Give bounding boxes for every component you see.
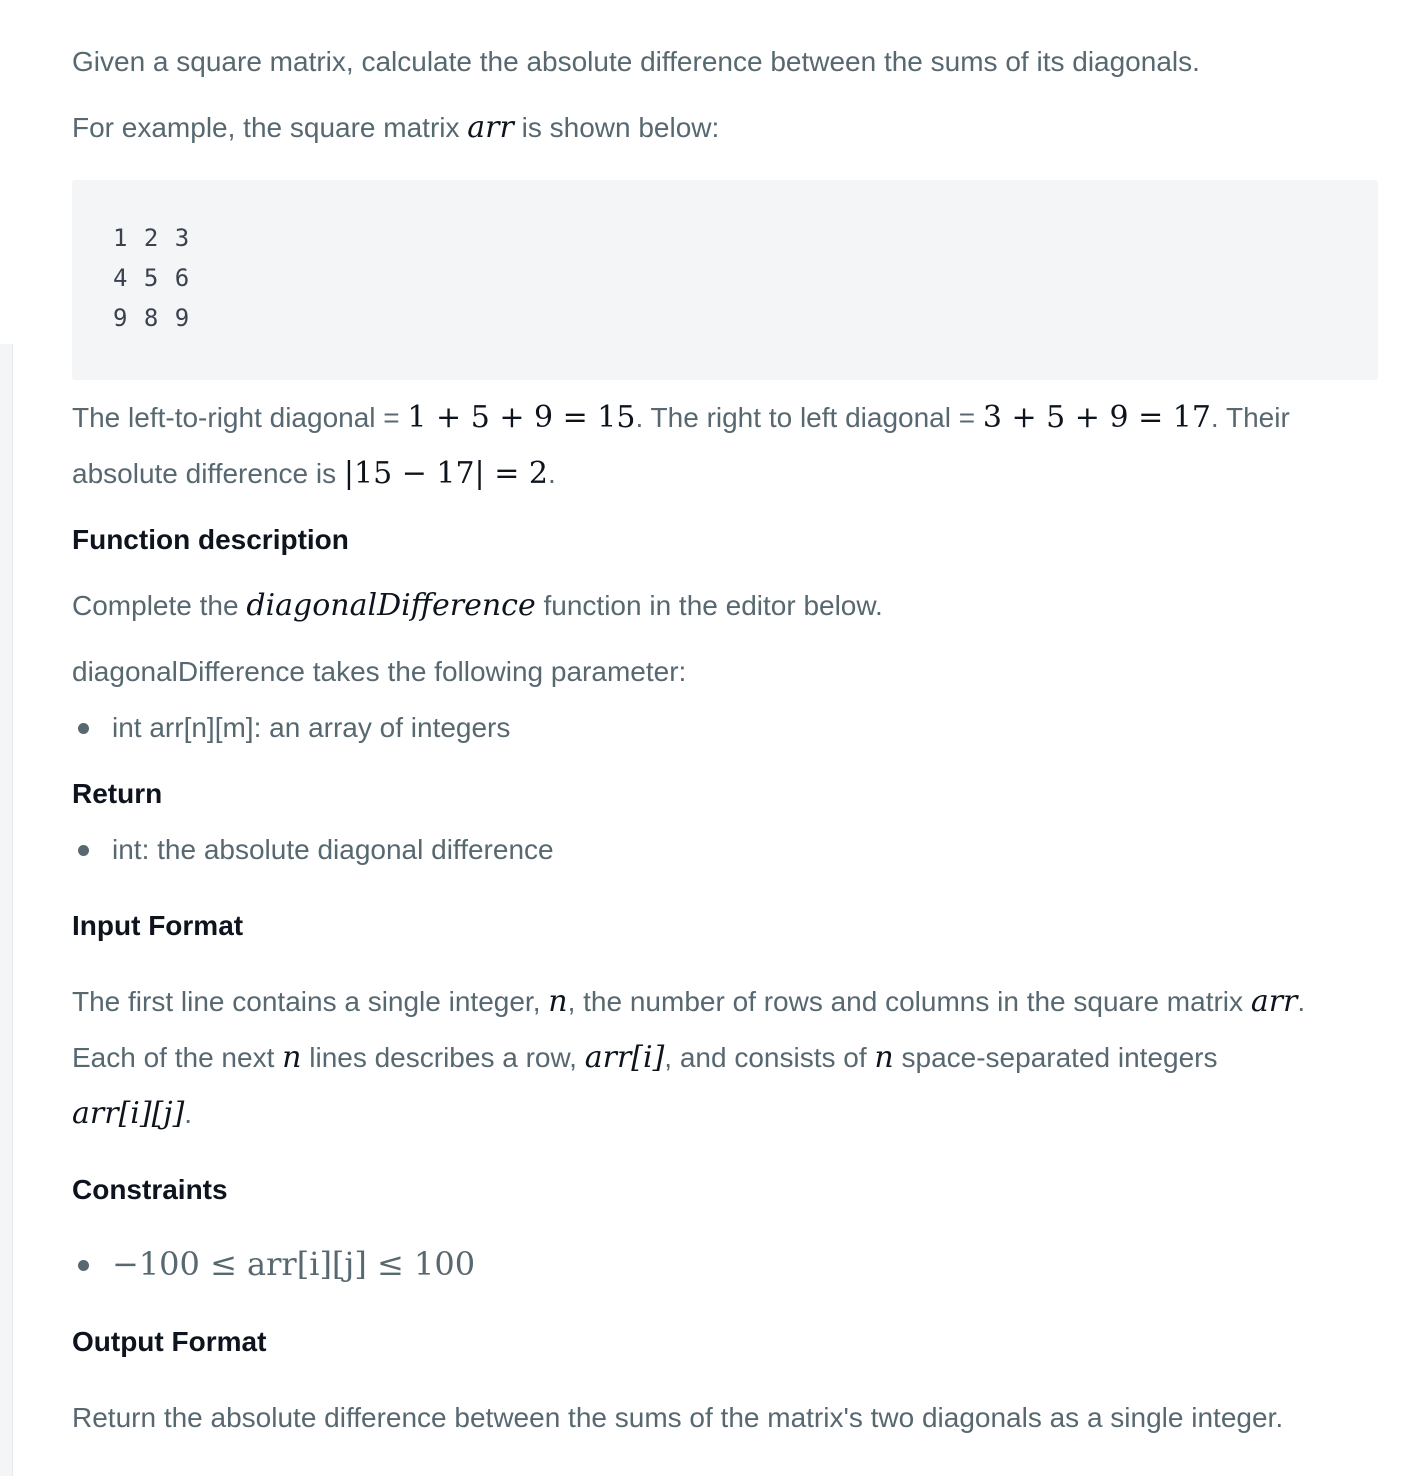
input-format-line-2: Each of the next n lines describes a row… bbox=[72, 1030, 1217, 1086]
function-description-heading: Function description bbox=[72, 524, 349, 555]
difference-explanation: absolute difference is |15 − 17| = 2. bbox=[72, 446, 556, 502]
math-n: n bbox=[282, 1040, 302, 1075]
diagonal-text: . The right to left diagonal = bbox=[635, 402, 983, 433]
difference-text: absolute difference is bbox=[72, 458, 344, 489]
input-text: lines describes a row, bbox=[301, 1042, 585, 1073]
intro-text: Given a square matrix, calculate the abs… bbox=[72, 46, 1200, 77]
math-arr: arr bbox=[467, 110, 514, 145]
constraints-heading: Constraints bbox=[72, 1174, 228, 1205]
return-heading: Return bbox=[72, 778, 163, 809]
left-rail-divider bbox=[0, 344, 13, 1476]
diagonal-text: The left-to-right diagonal = bbox=[72, 402, 408, 433]
input-format-line-1: The first line contains a single integer… bbox=[72, 974, 1305, 1030]
math-left-diagonal: 1 + 5 + 9 = 15 bbox=[407, 400, 636, 435]
function-text: function in the editor below. bbox=[535, 590, 883, 621]
function-text: Complete the bbox=[72, 590, 247, 621]
input-text: , and consists of bbox=[664, 1042, 875, 1073]
example-prefix: For example, the square matrix bbox=[72, 112, 468, 143]
input-text: Each of the next bbox=[72, 1042, 283, 1073]
input-text: , the number of rows and columns in the … bbox=[567, 986, 1251, 1017]
parameter-intro: diagonalDifference takes the following p… bbox=[72, 656, 687, 687]
function-description-text: Complete the diagonalDifference function… bbox=[72, 578, 883, 634]
diagonal-explanation: The left-to-right diagonal = 1 + 5 + 9 =… bbox=[72, 390, 1290, 446]
input-text: . bbox=[184, 1098, 193, 1129]
output-format-text: Return the absolute difference between t… bbox=[72, 1402, 1284, 1433]
math-difference: |15 − 17| = 2 bbox=[343, 456, 548, 491]
matrix-code-block: 1 2 3 4 5 6 9 8 9 bbox=[72, 180, 1378, 380]
input-text: The first line contains a single integer… bbox=[72, 986, 549, 1017]
math-arr-i-j: arr[i][j] bbox=[72, 1096, 185, 1131]
math-n: n bbox=[874, 1040, 894, 1075]
output-format-heading: Output Format bbox=[72, 1326, 267, 1357]
matrix-row: 1 2 3 bbox=[113, 224, 191, 252]
math-function-name: diagonalDifference bbox=[246, 588, 536, 623]
input-format-heading: Input Format bbox=[72, 910, 244, 941]
math-right-diagonal: 3 + 5 + 9 = 17 bbox=[982, 400, 1211, 435]
math-n: n bbox=[548, 984, 568, 1019]
bullet-icon bbox=[78, 845, 89, 856]
matrix-row: 4 5 6 bbox=[113, 264, 191, 292]
math-arr: arr bbox=[1250, 984, 1298, 1019]
example-suffix: is shown below: bbox=[513, 112, 720, 143]
math-arr-i: arr[i] bbox=[584, 1040, 665, 1075]
diagonal-text: . Their bbox=[1210, 402, 1290, 433]
constraint-text: −100 ≤ arr[i][j] ≤ 100 bbox=[112, 1245, 476, 1283]
parameter-text: int arr[n][m]: an array of integers bbox=[112, 712, 511, 743]
example-text: For example, the square matrix arr is sh… bbox=[72, 100, 719, 156]
difference-text: . bbox=[547, 458, 556, 489]
input-text: . bbox=[1297, 986, 1306, 1017]
matrix-row: 9 8 9 bbox=[113, 304, 191, 332]
bullet-icon bbox=[78, 723, 89, 734]
input-format-line-3: arr[i][j]. bbox=[72, 1086, 192, 1142]
return-text: int: the absolute diagonal difference bbox=[112, 834, 554, 865]
bullet-icon bbox=[78, 1260, 89, 1271]
input-text: space-separated integers bbox=[893, 1042, 1218, 1073]
